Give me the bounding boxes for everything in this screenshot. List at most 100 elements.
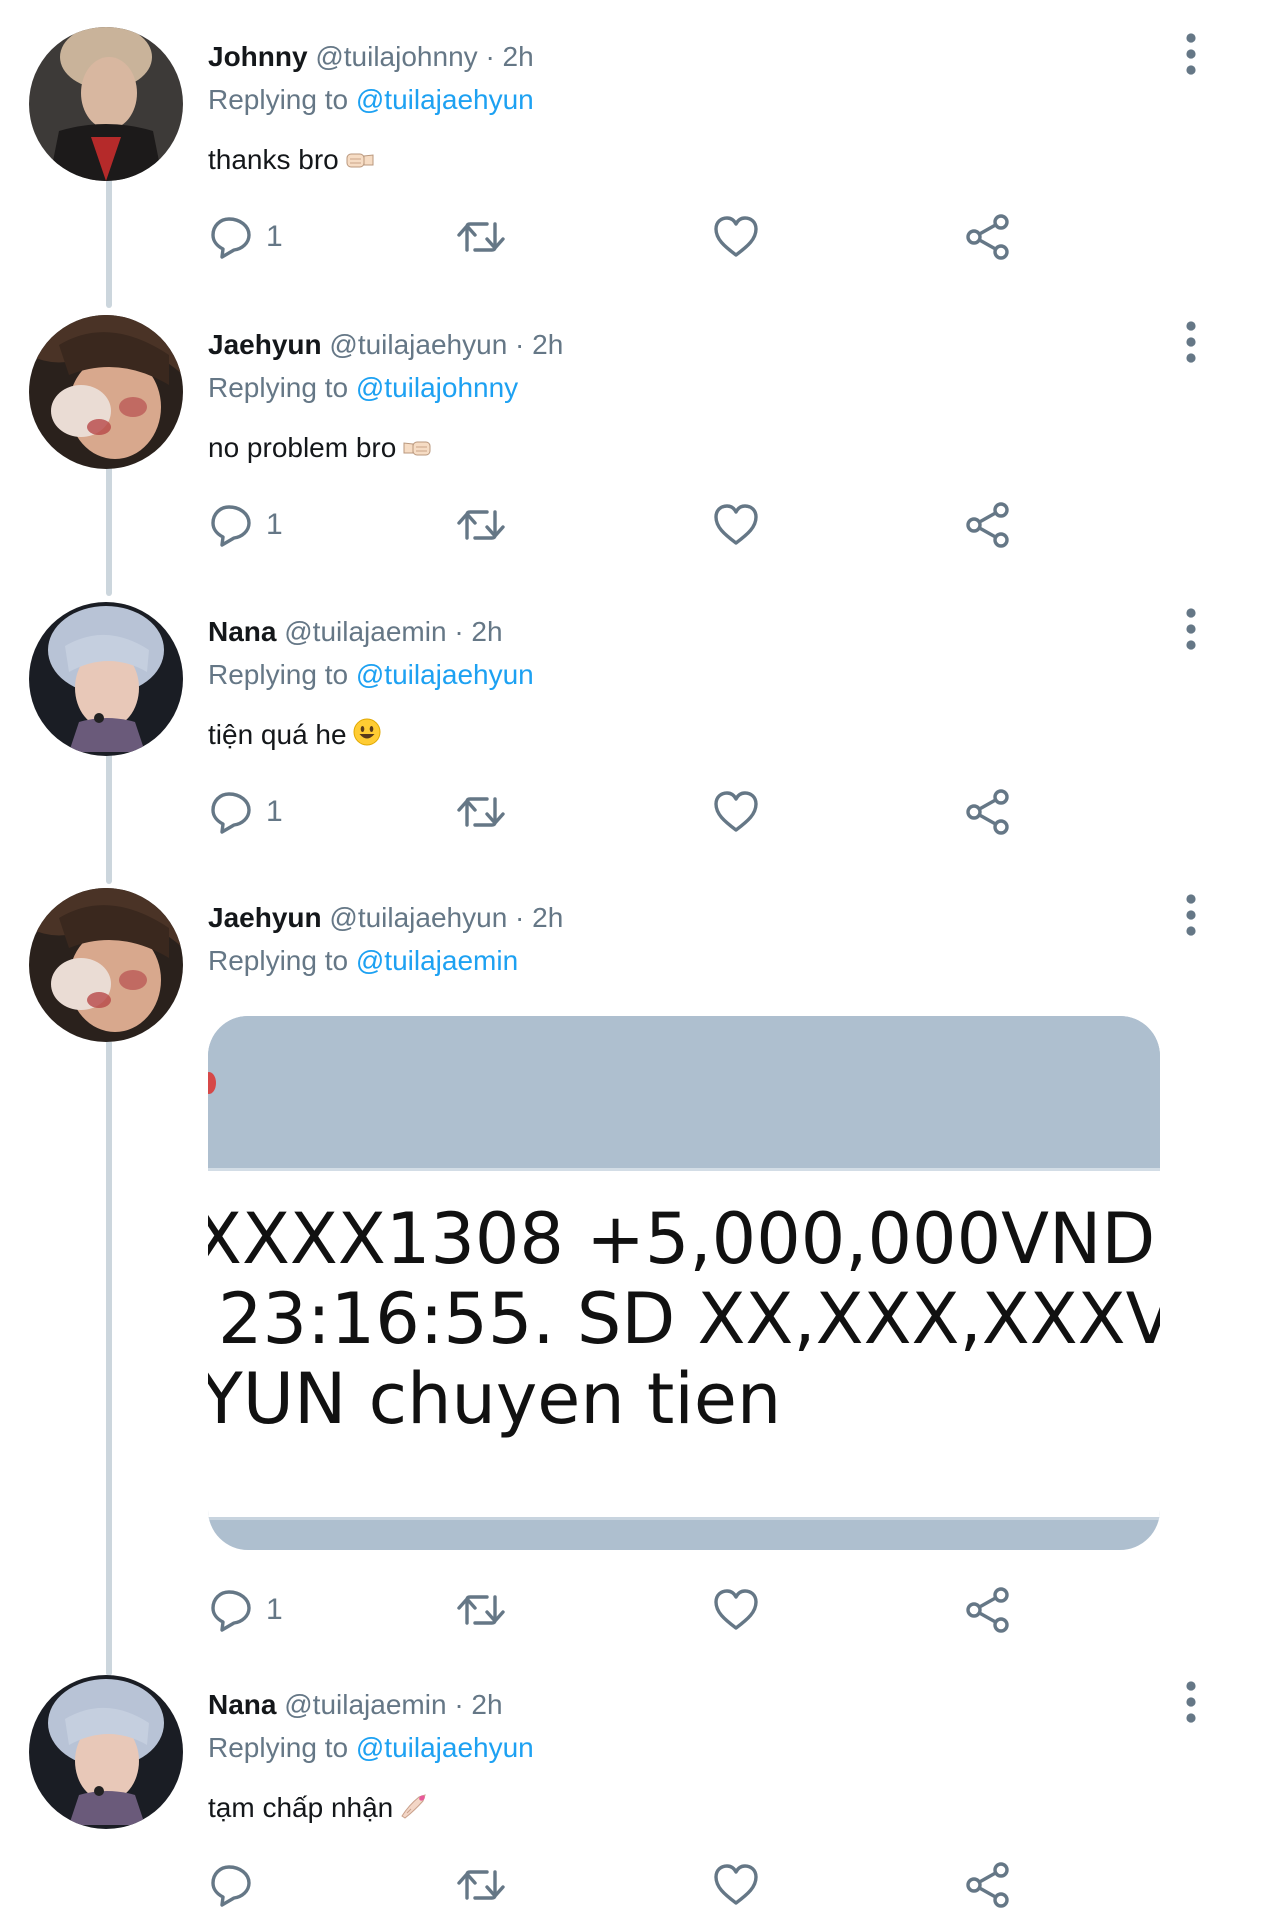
share-button[interactable] [963,207,1013,267]
display-name[interactable]: Johnny [208,41,308,72]
tweet-header: Jaehyun @tuilajaehyun · 2h [208,325,563,365]
reply-icon [208,500,258,550]
reply-button[interactable]: 1 [208,207,283,267]
retweet-button[interactable] [456,1580,506,1640]
timestamp[interactable]: 2h [471,616,502,647]
display-name[interactable]: Jaehyun [208,329,322,360]
media-message-sheet: XXXX1308 +5,000,000VND luc 23:16:55. SD … [208,1168,1160,1520]
share-icon [963,212,1013,262]
tweet[interactable]: Nana @tuilajaemin · 2h Replying to @tuil… [0,602,1274,852]
reply-count: 1 [266,220,283,253]
more-icon[interactable] [1174,320,1208,364]
retweet-icon [456,212,506,262]
reply-button[interactable]: 1 [208,1580,283,1640]
media-text-line: XXXX1308 +5,000,000VND luc [208,1198,1160,1280]
display-name[interactable]: Nana [208,1689,276,1720]
tweet-media-image[interactable]: XXXX1308 +5,000,000VND luc 23:16:55. SD … [208,1016,1160,1550]
display-name[interactable]: Jaehyun [208,902,322,933]
retweet-button[interactable] [456,782,506,842]
retweet-icon [456,787,506,837]
share-button[interactable] [963,1855,1013,1915]
avatar[interactable] [29,888,183,1042]
share-button[interactable] [963,495,1013,555]
like-icon [711,212,761,262]
avatar[interactable] [29,1675,183,1829]
mention-link[interactable]: @tuilajaemin [356,945,518,976]
reply-icon [208,212,258,262]
tweet-text: no problem bro [208,428,432,470]
handle[interactable]: @tuilajaemin [284,1689,446,1720]
more-icon[interactable] [1174,893,1208,937]
nail-polish-icon [399,1790,429,1830]
tweet-text: tạm chấp nhận [208,1788,429,1830]
like-button[interactable] [711,495,761,555]
tweet-text-content: no problem bro [208,432,397,463]
separator: · [515,902,525,933]
tweet-actions: 1 [208,782,1068,842]
fist-bump-icon [402,430,432,470]
tweet-actions: 1 [208,207,1068,267]
tweet-text-content: tạm chấp nhận [208,1792,394,1823]
replying-label: Replying to [208,659,349,690]
reply-count: 1 [266,508,283,541]
like-button[interactable] [711,1580,761,1640]
reply-count: 1 [266,795,283,828]
retweet-icon [456,500,506,550]
timestamp[interactable]: 2h [532,902,563,933]
like-icon [711,1860,761,1910]
replying-label: Replying to [208,945,349,976]
more-icon[interactable] [1174,607,1208,651]
separator: · [515,329,525,360]
timestamp[interactable]: 2h [503,41,534,72]
replying-to: Replying to @tuilajohnny [208,368,518,408]
retweet-button[interactable] [456,207,506,267]
like-button[interactable] [711,1855,761,1915]
mention-link[interactable]: @tuilajohnny [356,372,518,403]
reply-icon [208,1585,258,1635]
display-name[interactable]: Nana [208,616,276,647]
reply-button[interactable]: 1 [208,782,283,842]
tweet-header: Nana @tuilajaemin · 2h [208,612,503,652]
reply-icon [208,787,258,837]
timestamp[interactable]: 2h [471,1689,502,1720]
tweet-header: Nana @tuilajaemin · 2h [208,1685,503,1725]
like-icon [711,1585,761,1635]
replying-to: Replying to @tuilajaehyun [208,1728,534,1768]
mention-link[interactable]: @tuilajaehyun [356,1732,534,1763]
media-text-line: 23:16:55. SD XX,XXX,XXXVNI [218,1278,1160,1360]
share-icon [963,1585,1013,1635]
more-icon[interactable] [1174,32,1208,76]
replying-to: Replying to @tuilajaehyun [208,655,534,695]
mention-link[interactable]: @tuilajaehyun [356,84,534,115]
tweet-header: Jaehyun @tuilajaehyun · 2h [208,898,563,938]
like-button[interactable] [711,782,761,842]
timestamp[interactable]: 2h [532,329,563,360]
tweet-actions [208,1855,1068,1915]
handle[interactable]: @tuilajaemin [284,616,446,647]
handle[interactable]: @tuilajaehyun [329,329,507,360]
avatar[interactable] [29,27,183,181]
avatar[interactable] [29,602,183,756]
replying-to: Replying to @tuilajaemin [208,941,518,981]
mention-link[interactable]: @tuilajaehyun [356,659,534,690]
reply-button[interactable] [208,1855,266,1915]
handle[interactable]: @tuilajohnny [315,41,477,72]
more-icon[interactable] [1174,1680,1208,1724]
replying-to: Replying to @tuilajaehyun [208,80,534,120]
retweet-button[interactable] [456,495,506,555]
tweet[interactable]: Jaehyun @tuilajaehyun · 2h Replying to @… [0,315,1274,565]
handle[interactable]: @tuilajaehyun [329,902,507,933]
like-button[interactable] [711,207,761,267]
replying-label: Replying to [208,84,349,115]
share-button[interactable] [963,1580,1013,1640]
tweet[interactable]: Jaehyun @tuilajaehyun · 2h Replying to @… [0,888,1274,1628]
tweet[interactable]: Johnny @tuilajohnny · 2h Replying to @tu… [0,27,1274,277]
avatar[interactable] [29,315,183,469]
reply-button[interactable]: 1 [208,495,283,555]
tweet-header: Johnny @tuilajohnny · 2h [208,37,534,77]
tweet-actions: 1 [208,1580,1068,1640]
share-button[interactable] [963,782,1013,842]
tweet[interactable]: Nana @tuilajaemin · 2h Replying to @tuil… [0,1675,1274,1920]
separator: · [454,616,464,647]
retweet-button[interactable] [456,1855,506,1915]
